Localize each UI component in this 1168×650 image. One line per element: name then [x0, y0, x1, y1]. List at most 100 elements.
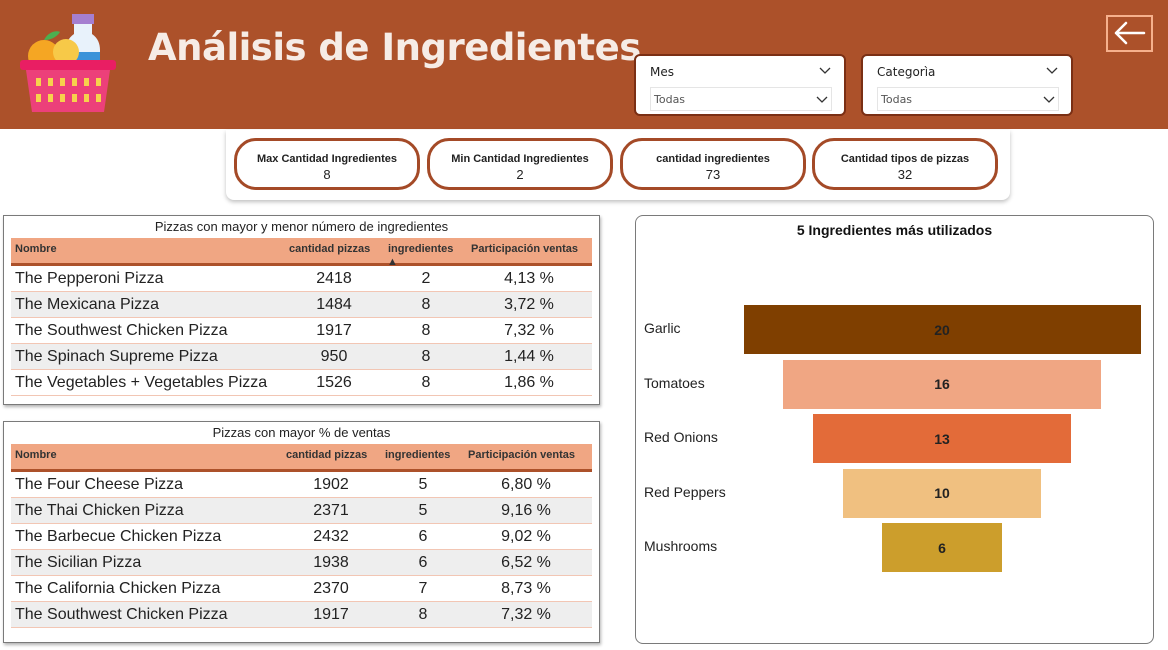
chevron-down-icon[interactable]	[1045, 63, 1059, 77]
kpi-card-cantidad-ingredientes: cantidad ingredientes 73	[620, 138, 806, 190]
cell-cantidad-pizzas: 2370	[313, 580, 349, 597]
kpi-value: 73	[705, 167, 721, 182]
cell-cantidad-pizzas: 1526	[316, 374, 352, 391]
chevron-down-icon[interactable]	[815, 92, 829, 106]
cell-ingredientes: 5	[418, 502, 428, 519]
table-row[interactable]: The Southwest Chicken Pizza 1917 8 7,32 %	[11, 318, 592, 344]
cell-nombre: The Mexicana Pizza	[15, 296, 160, 313]
table-header: Nombre cantidad pizzas ingredientes ▲ Pa…	[11, 238, 592, 268]
table-row[interactable]: The Vegetables + Vegetables Pizza 1526 8 1,…	[11, 370, 592, 396]
cell-nombre: The Four Cheese Pizza	[15, 476, 184, 493]
column-header-participacion[interactable]: Participación ventas	[471, 243, 578, 255]
funnel-bar[interactable]: 6	[882, 523, 1002, 572]
chevron-down-icon[interactable]	[1042, 92, 1056, 106]
kpi-card-max-ingredientes: Max Cantidad Ingredientes 8	[234, 138, 420, 190]
slicer-dropdown[interactable]: Todas	[650, 87, 832, 111]
cell-participacion: 7,32 %	[501, 606, 551, 623]
column-header-cantidad[interactable]: cantidad pizzas	[286, 449, 367, 461]
funnel-category-label: Red Onions	[644, 429, 718, 445]
funnel-chart: 5 Ingredientes más utilizados Garlic 20 To…	[635, 215, 1154, 644]
cell-ingredientes: 8	[421, 348, 431, 365]
funnel-category-label: Tomatoes	[644, 374, 705, 391]
kpi-panel: Max Cantidad Ingredientes 8 Min Cantidad…	[226, 130, 1010, 200]
column-header-participacion[interactable]: Participación ventas	[468, 449, 575, 461]
slicer-categoria[interactable]: Categorìa Todas	[861, 54, 1073, 116]
kpi-title: Max Cantidad Ingredientes	[257, 153, 397, 165]
cell-cantidad-pizzas: 1484	[316, 296, 352, 313]
funnel-bar[interactable]: 16	[783, 359, 1101, 409]
funnel-value-label: 16	[934, 376, 950, 392]
table-row[interactable]: The California Chicken Pizza 2370 7 8,73 %	[11, 576, 592, 602]
table-row[interactable]: The Four Cheese Pizza 1902 5 6,80 %	[11, 472, 592, 498]
slicer-dropdown[interactable]: Todas	[877, 87, 1059, 111]
kpi-card-min-ingredientes: Min Cantidad Ingredientes 2	[427, 138, 613, 190]
chevron-down-icon[interactable]	[818, 63, 832, 77]
funnel-bar[interactable]: 20	[743, 305, 1141, 354]
header-bar: Análisis de Ingredientes Mes Todas Categ…	[0, 0, 1168, 129]
cell-ingredientes: 8	[418, 606, 428, 623]
cell-participacion: 6,80 %	[501, 476, 551, 493]
cell-cantidad-pizzas: 2418	[316, 270, 352, 287]
kpi-value: 32	[897, 167, 913, 182]
cell-nombre: The Spinach Supreme Pizza	[15, 348, 218, 365]
cell-ingredientes: 6	[418, 528, 428, 545]
arrow-left-icon	[1114, 21, 1146, 45]
funnel-category-label: Mushrooms	[644, 538, 718, 554]
table-ventas: Pizzas con mayor % de ventas Nombre cant…	[3, 421, 600, 643]
cell-participacion: 9,16 %	[501, 502, 551, 519]
kpi-value: 2	[516, 167, 524, 182]
chart-title: 5 Ingredientes más utilizados	[796, 222, 993, 238]
table-row[interactable]: The Mexicana Pizza 1484 8 3,72 %	[11, 292, 592, 318]
page-title: Análisis de Ingredientes	[148, 26, 641, 69]
slicer-label: Categorìa	[877, 65, 936, 79]
slicer-value: Todas	[654, 93, 686, 106]
table-row[interactable]: The Spinach Supreme Pizza 950 8 1,44 %	[11, 344, 592, 370]
kpi-title: Min Cantidad Ingredientes	[451, 153, 589, 165]
cell-participacion: 3,72 %	[504, 296, 554, 313]
column-header-ingredientes[interactable]: ingredientes	[388, 243, 453, 255]
grocery-basket-icon	[20, 14, 116, 112]
table-row[interactable]: The Thai Chicken Pizza 2371 5 9,16 %	[11, 498, 592, 524]
funnel-value-label: 10	[934, 485, 950, 501]
cell-ingredientes: 7	[418, 580, 428, 597]
funnel-bar[interactable]: 13	[812, 414, 1072, 463]
funnel-bar[interactable]: 10	[842, 468, 1042, 518]
cell-ingredientes: 8	[421, 296, 431, 313]
cell-ingredientes: 5	[418, 476, 428, 493]
cell-cantidad-pizzas: 950	[320, 348, 348, 365]
cell-cantidad-pizzas: 1917	[316, 322, 352, 339]
cell-nombre: The Pepperoni Pizza	[15, 270, 164, 287]
column-header-nombre[interactable]: Nombre	[15, 243, 57, 255]
column-header-ingredientes[interactable]: ingredientes	[385, 449, 450, 461]
table-body: The Pepperoni Pizza 2418 2 4,13 % The Mexica…	[4, 266, 599, 396]
cell-cantidad-pizzas: 1938	[313, 554, 349, 571]
table-row[interactable]: The Pepperoni Pizza 2418 2 4,13 %	[11, 266, 592, 292]
kpi-title: cantidad ingredientes	[656, 153, 770, 165]
table-row[interactable]: The Barbecue Chicken Pizza 2432 6 9,02 %	[11, 524, 592, 550]
slicer-value: Todas	[881, 93, 913, 106]
cell-participacion: 1,86 %	[504, 374, 554, 391]
slicer-label: Mes	[650, 65, 674, 79]
table-ingredientes: Pizzas con mayor y menor número de ingre…	[3, 215, 600, 405]
table-row[interactable]: The Sicilian Pizza 1938 6 6,52 %	[11, 550, 592, 576]
kpi-value: 8	[323, 167, 331, 182]
cell-nombre: The Southwest Chicken Pizza	[15, 606, 228, 623]
column-header-nombre[interactable]: Nombre	[15, 449, 57, 461]
cell-participacion: 4,13 %	[504, 270, 554, 287]
funnel-value-label: 20	[934, 321, 950, 338]
cell-ingredientes: 6	[418, 554, 428, 571]
table-header: Nombre cantidad pizzas ingredientes Part…	[11, 444, 592, 472]
cell-nombre: The Barbecue Chicken Pizza	[15, 528, 222, 545]
back-button[interactable]	[1106, 15, 1153, 52]
cell-cantidad-pizzas: 1917	[313, 606, 349, 623]
column-header-cantidad[interactable]: cantidad pizzas	[289, 243, 370, 255]
kpi-title: Cantidad tipos de pizzas	[840, 153, 970, 165]
cell-cantidad-pizzas: 2432	[313, 528, 349, 545]
slicer-mes[interactable]: Mes Todas	[634, 54, 846, 116]
kpi-card-tipos-pizzas: Cantidad tipos de pizzas 32	[812, 138, 998, 190]
cell-participacion: 6,52 %	[501, 554, 551, 571]
table-row[interactable]: The Southwest Chicken Pizza 1917 8 7,32 %	[11, 602, 592, 628]
cell-ingredientes: 2	[421, 270, 431, 287]
cell-participacion: 8,73 %	[501, 580, 551, 597]
cell-participacion: 1,44 %	[504, 348, 554, 365]
